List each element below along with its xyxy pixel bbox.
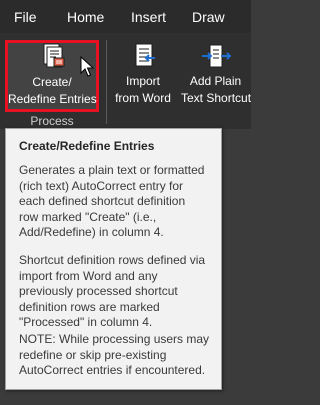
tooltip-text-line: Add/Redefine) in column 4. <box>19 225 164 239</box>
tooltip-paragraph-2: Shortcut definition rows defined via imp… <box>19 253 219 331</box>
create-entries-icon <box>43 43 65 68</box>
tooltip-paragraph-1: Generates a plain text or formatted (ric… <box>19 163 219 241</box>
ribbon-group-separator <box>106 40 107 124</box>
tooltip-text-line: definition rows are marked <box>19 299 160 314</box>
tooltip-text-line: NOTE: While processing users may <box>19 332 210 346</box>
import-from-word-icon <box>135 43 155 67</box>
import-from-word-button[interactable]: Import from Word <box>108 40 178 112</box>
menu-insert[interactable]: Insert <box>131 9 166 25</box>
import-button-label-line1: Import <box>125 74 160 88</box>
tooltip-text-line: AutoCorrect entries if encountered. <box>19 363 206 377</box>
menu-home[interactable]: Home <box>67 9 104 25</box>
tooltip-text-line: (rich text) AutoCorrect entry for <box>19 178 184 193</box>
tooltip-text-line: Generates a plain text or formatted <box>19 163 205 177</box>
mouse-pointer-icon <box>80 56 94 77</box>
add-plain-button-label-line1: Add Plain <box>189 74 242 88</box>
create-button-label-line2: Redefine Entries <box>8 92 97 106</box>
tooltip-text-line: previously processed shortcut <box>19 284 178 298</box>
menu-file[interactable]: File <box>14 9 37 25</box>
tooltip-title: Create/Redefine Entries <box>19 139 155 153</box>
menu-bar: File Home Insert Draw <box>0 0 251 33</box>
tooltip: Create/Redefine Entries Generates a plai… <box>5 128 222 390</box>
import-button-label-line2: from Word <box>115 91 171 105</box>
add-plain-button-label-line2: Text Shortcut <box>181 91 252 105</box>
tooltip-text-line: redefine or skip pre-existing <box>19 347 167 362</box>
tooltip-paragraph-3: NOTE: While processing users may redefin… <box>19 332 219 379</box>
menu-draw[interactable]: Draw <box>192 9 225 25</box>
tooltip-text-line: each defined shortcut definition <box>19 194 186 208</box>
tooltip-text-line: import from Word and any <box>19 268 158 283</box>
tooltip-text-line: row marked "Create" (i.e., <box>19 209 157 224</box>
ribbon-group-label-process: Process <box>30 114 74 128</box>
add-plain-text-shortcut-button[interactable]: Add Plain Text Shortcut <box>180 40 251 112</box>
add-plain-text-shortcut-icon <box>202 44 231 68</box>
tooltip-text-line: "Processed" in column 4. <box>19 315 153 329</box>
tooltip-text-line: Shortcut definition rows defined via <box>19 253 206 267</box>
